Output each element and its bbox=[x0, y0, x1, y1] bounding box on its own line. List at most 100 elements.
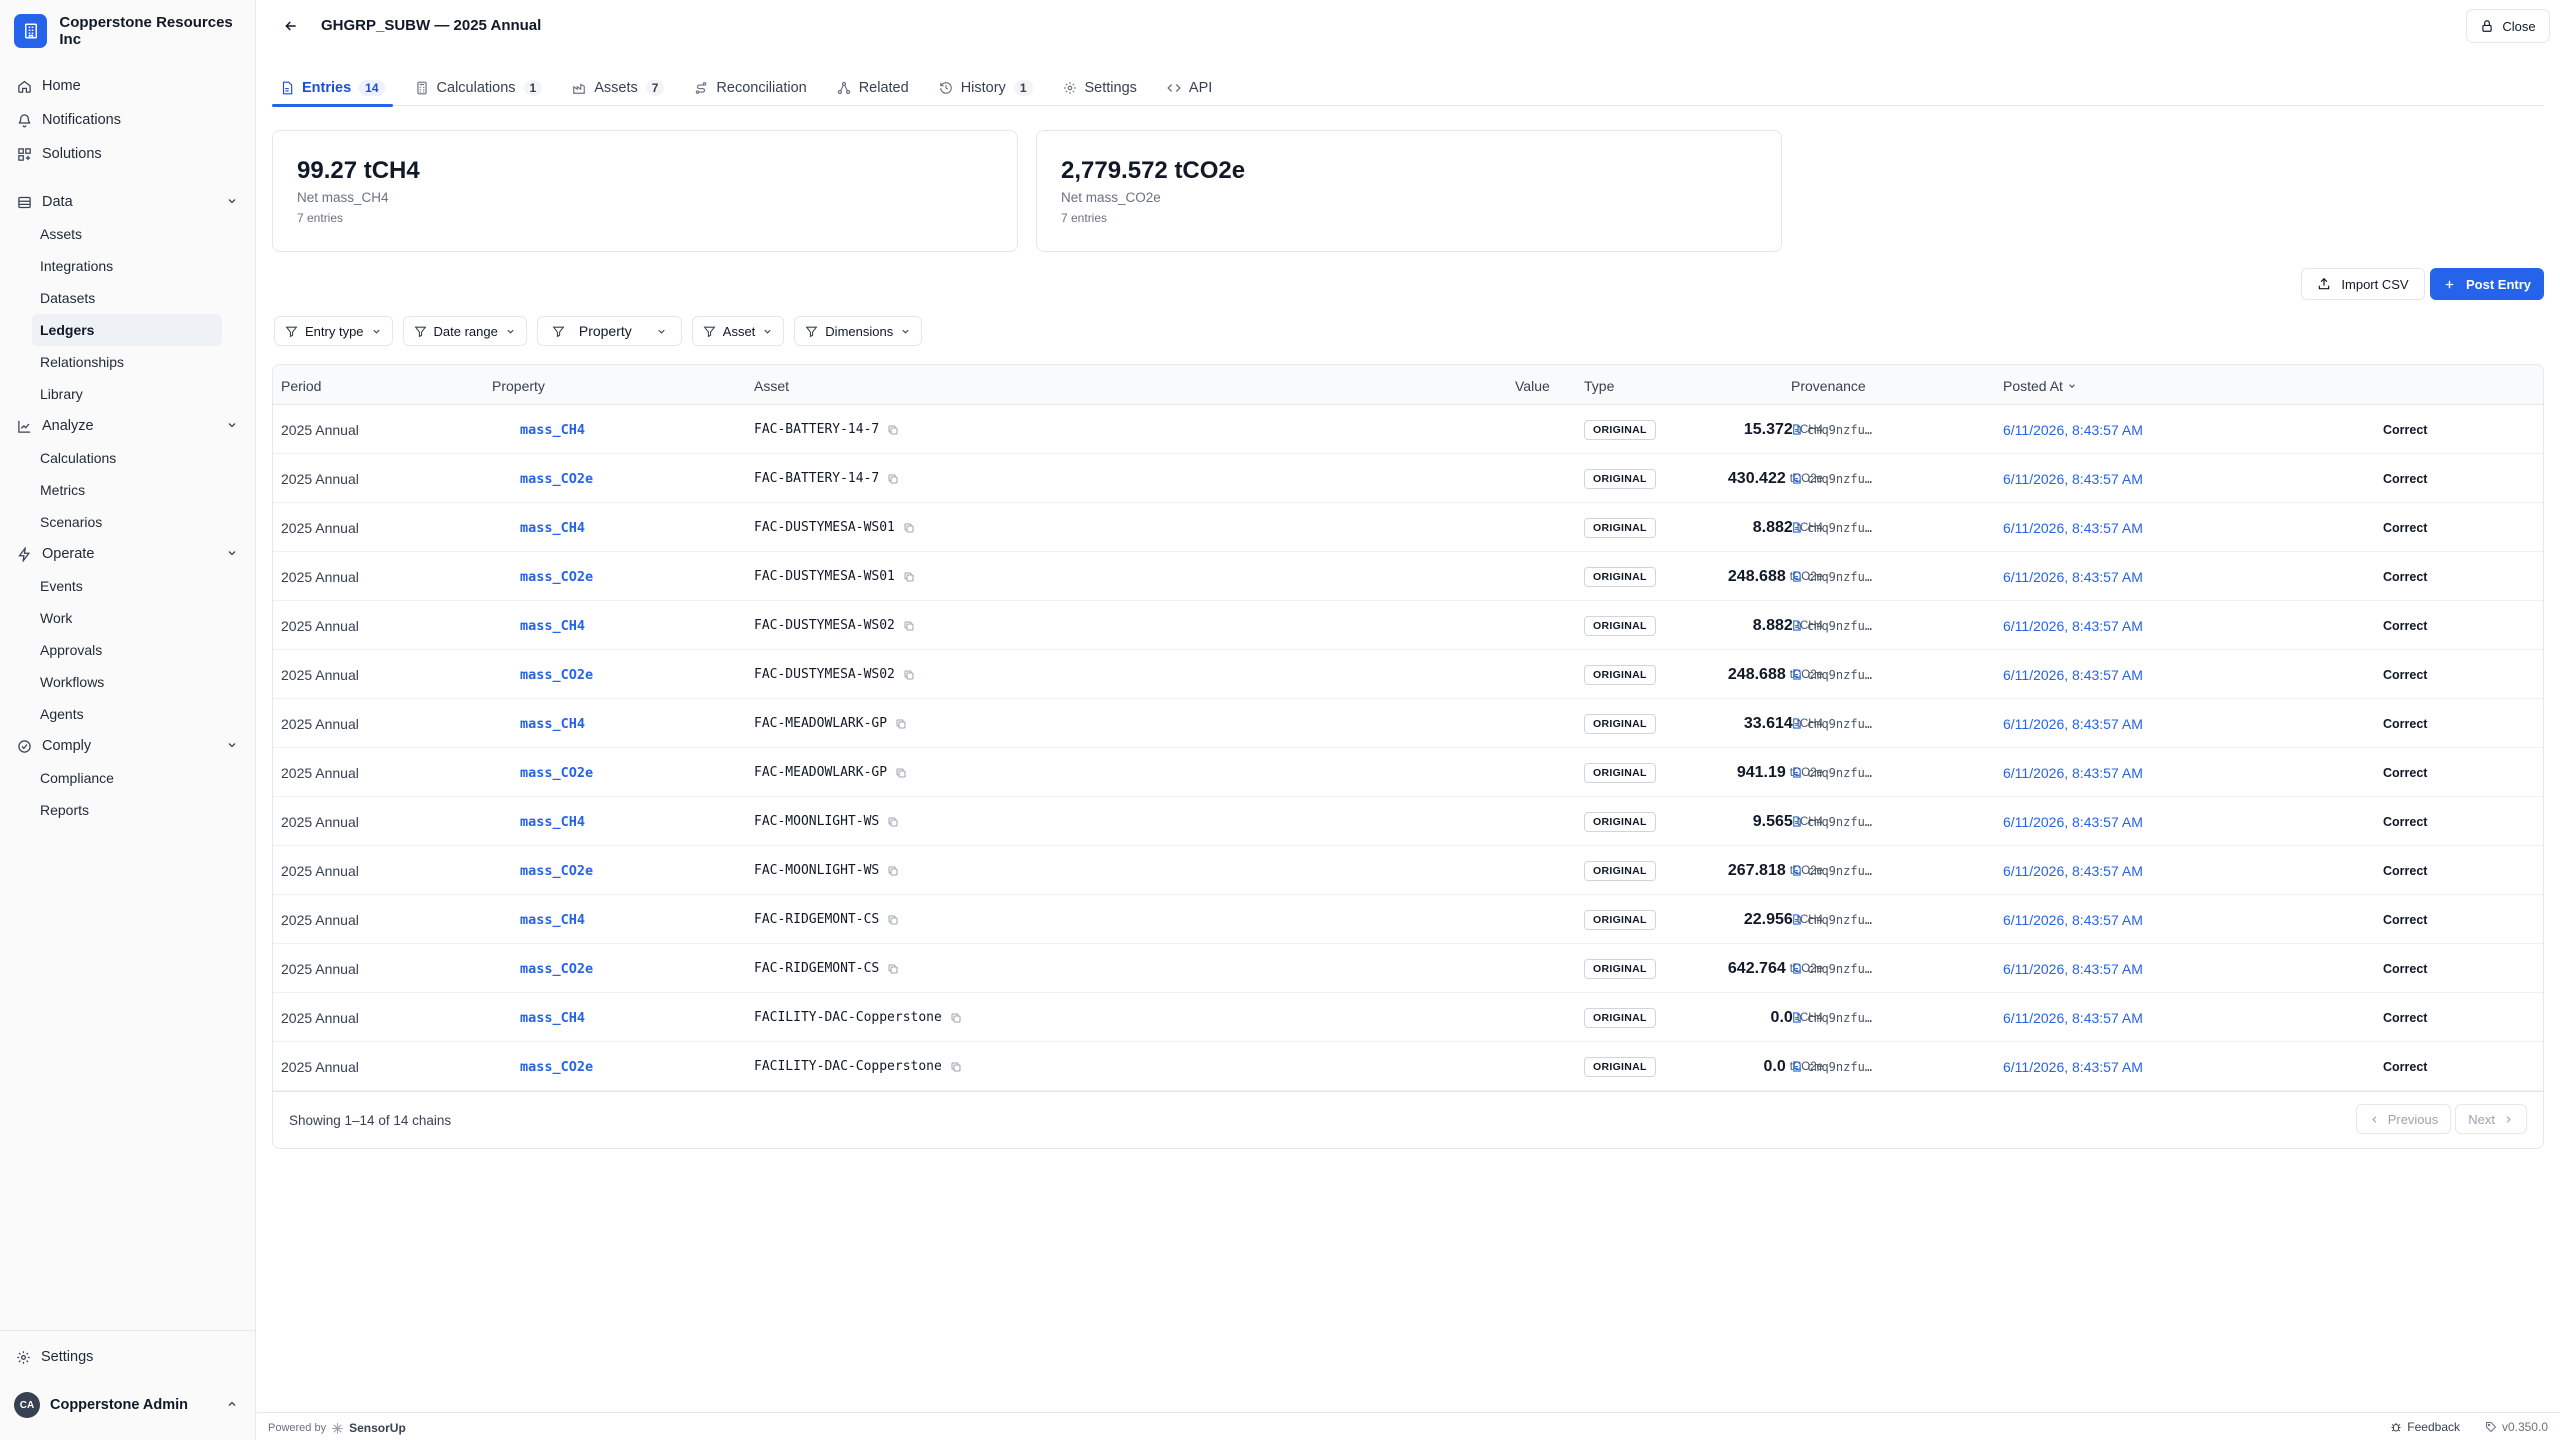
provenance-link[interactable]: cmq9nzfu… bbox=[1791, 944, 1872, 993]
nav-notifications[interactable]: Notifications bbox=[0, 104, 256, 136]
table-row[interactable]: 2025 Annual mass_CO2e FAC-DUSTYMESA-WS02… bbox=[273, 650, 2543, 699]
col-asset[interactable]: Asset bbox=[754, 378, 789, 394]
provenance-link[interactable]: cmq9nzfu… bbox=[1791, 650, 1872, 699]
next-page-button[interactable]: Next bbox=[2455, 1104, 2527, 1134]
col-provenance[interactable]: Provenance bbox=[1791, 378, 1866, 394]
previous-page-button[interactable]: Previous bbox=[2355, 1104, 2452, 1134]
copy-icon[interactable] bbox=[950, 1061, 962, 1073]
table-row[interactable]: 2025 Annual mass_CO2e FAC-MEADOWLARK-GP … bbox=[273, 748, 2543, 797]
copy-icon[interactable] bbox=[903, 571, 915, 583]
table-row[interactable]: 2025 Annual mass_CO2e FACILITY-DAC-Coppe… bbox=[273, 1042, 2543, 1091]
nav-item-workflows[interactable]: Workflows bbox=[0, 666, 222, 698]
feedback-button[interactable]: Feedback bbox=[2390, 1420, 2460, 1434]
correct-button[interactable]: Correct bbox=[2383, 405, 2427, 454]
property-link[interactable]: mass_CH4 bbox=[520, 895, 585, 944]
nav-item-approvals[interactable]: Approvals bbox=[0, 634, 222, 666]
back-button[interactable] bbox=[279, 14, 303, 38]
provenance-link[interactable]: cmq9nzfu… bbox=[1791, 601, 1872, 650]
provenance-link[interactable]: cmq9nzfu… bbox=[1791, 748, 1872, 797]
copy-icon[interactable] bbox=[903, 522, 915, 534]
nav-group-analyze[interactable]: Analyze bbox=[0, 410, 256, 442]
nav-item-reports[interactable]: Reports bbox=[0, 794, 222, 826]
nav-settings[interactable]: Settings bbox=[16, 1343, 93, 1371]
property-link[interactable]: mass_CO2e bbox=[520, 1042, 593, 1091]
nav-item-library[interactable]: Library bbox=[0, 378, 222, 410]
property-link[interactable]: mass_CO2e bbox=[520, 454, 593, 503]
property-link[interactable]: mass_CH4 bbox=[520, 601, 585, 650]
nav-group-data[interactable]: Data bbox=[0, 186, 256, 218]
tab-settings[interactable]: Settings bbox=[1055, 70, 1145, 106]
correct-button[interactable]: Correct bbox=[2383, 748, 2427, 797]
copy-icon[interactable] bbox=[903, 669, 915, 681]
copy-icon[interactable] bbox=[887, 865, 899, 877]
property-link[interactable]: mass_CH4 bbox=[520, 503, 585, 552]
property-link[interactable]: mass_CO2e bbox=[520, 944, 593, 993]
filter-property[interactable]: Property bbox=[536, 316, 682, 346]
nav-item-calculations[interactable]: Calculations bbox=[0, 442, 222, 474]
nav-group-operate[interactable]: Operate bbox=[0, 538, 256, 570]
col-type[interactable]: Type bbox=[1584, 378, 1614, 394]
copy-icon[interactable] bbox=[895, 718, 907, 730]
table-row[interactable]: 2025 Annual mass_CO2e FAC-DUSTYMESA-WS01… bbox=[273, 552, 2543, 601]
nav-item-work[interactable]: Work bbox=[0, 602, 222, 634]
correct-button[interactable]: Correct bbox=[2383, 454, 2427, 503]
copy-icon[interactable] bbox=[903, 620, 915, 632]
nav-item-metrics[interactable]: Metrics bbox=[0, 474, 222, 506]
table-row[interactable]: 2025 Annual mass_CH4 FAC-MEADOWLARK-GP 3… bbox=[273, 699, 2543, 748]
copy-icon[interactable] bbox=[887, 424, 899, 436]
copy-icon[interactable] bbox=[887, 914, 899, 926]
col-value[interactable]: Value bbox=[1515, 378, 1550, 394]
property-link[interactable]: mass_CH4 bbox=[520, 405, 585, 454]
nav-home[interactable]: Home bbox=[0, 70, 256, 102]
provenance-link[interactable]: cmq9nzfu… bbox=[1791, 503, 1872, 552]
property-link[interactable]: mass_CO2e bbox=[520, 552, 593, 601]
nav-item-compliance[interactable]: Compliance bbox=[0, 762, 222, 794]
nav-item-relationships[interactable]: Relationships bbox=[0, 346, 222, 378]
provenance-link[interactable]: cmq9nzfu… bbox=[1791, 1042, 1872, 1091]
table-row[interactable]: 2025 Annual mass_CO2e FAC-BATTERY-14-7 4… bbox=[273, 454, 2543, 503]
copy-icon[interactable] bbox=[887, 473, 899, 485]
filter-date-range[interactable]: Date range bbox=[402, 316, 527, 346]
nav-item-datasets[interactable]: Datasets bbox=[0, 282, 222, 314]
org-switcher[interactable]: Copperstone Resources Inc bbox=[14, 13, 255, 49]
table-row[interactable]: 2025 Annual mass_CH4 FAC-DUSTYMESA-WS02 … bbox=[273, 601, 2543, 650]
property-link[interactable]: mass_CO2e bbox=[520, 650, 593, 699]
nav-item-agents[interactable]: Agents bbox=[0, 698, 222, 730]
property-link[interactable]: mass_CO2e bbox=[520, 846, 593, 895]
table-row[interactable]: 2025 Annual mass_CH4 FAC-MOONLIGHT-WS 9.… bbox=[273, 797, 2543, 846]
correct-button[interactable]: Correct bbox=[2383, 552, 2427, 601]
table-row[interactable]: 2025 Annual mass_CH4 FAC-RIDGEMONT-CS 22… bbox=[273, 895, 2543, 944]
correct-button[interactable]: Correct bbox=[2383, 846, 2427, 895]
nav-solutions[interactable]: Solutions bbox=[0, 138, 256, 170]
provenance-link[interactable]: cmq9nzfu… bbox=[1791, 699, 1872, 748]
import-csv-button[interactable]: Import CSV bbox=[2301, 268, 2425, 300]
copy-icon[interactable] bbox=[887, 816, 899, 828]
nav-group-comply[interactable]: Comply bbox=[0, 730, 256, 762]
tab-assets[interactable]: Assets 7 bbox=[564, 70, 672, 106]
property-link[interactable]: mass_CH4 bbox=[520, 699, 585, 748]
correct-button[interactable]: Correct bbox=[2383, 797, 2427, 846]
nav-item-events[interactable]: Events bbox=[0, 570, 222, 602]
table-row[interactable]: 2025 Annual mass_CO2e FAC-RIDGEMONT-CS 6… bbox=[273, 944, 2543, 993]
col-posted-at[interactable]: Posted At bbox=[2003, 378, 2077, 394]
copy-icon[interactable] bbox=[895, 767, 907, 779]
user-menu[interactable]: CA Copperstone Admin bbox=[14, 1388, 242, 1422]
provenance-link[interactable]: cmq9nzfu… bbox=[1791, 797, 1872, 846]
provenance-link[interactable]: cmq9nzfu… bbox=[1791, 895, 1872, 944]
tab-history[interactable]: History 1 bbox=[931, 70, 1041, 106]
filter-asset[interactable]: Asset bbox=[691, 316, 785, 346]
copy-icon[interactable] bbox=[950, 1012, 962, 1024]
property-link[interactable]: mass_CO2e bbox=[520, 748, 593, 797]
filter-entry-type[interactable]: Entry type bbox=[274, 316, 393, 346]
correct-button[interactable]: Correct bbox=[2383, 601, 2427, 650]
copy-icon[interactable] bbox=[887, 963, 899, 975]
tab-api[interactable]: API bbox=[1159, 70, 1220, 106]
correct-button[interactable]: Correct bbox=[2383, 503, 2427, 552]
tab-entries[interactable]: Entries 14 bbox=[272, 70, 393, 107]
table-row[interactable]: 2025 Annual mass_CH4 FACILITY-DAC-Copper… bbox=[273, 993, 2543, 1042]
property-link[interactable]: mass_CH4 bbox=[520, 797, 585, 846]
nav-item-scenarios[interactable]: Scenarios bbox=[0, 506, 222, 538]
tab-reconciliation[interactable]: Reconciliation bbox=[686, 70, 814, 106]
col-period[interactable]: Period bbox=[281, 378, 321, 394]
correct-button[interactable]: Correct bbox=[2383, 650, 2427, 699]
